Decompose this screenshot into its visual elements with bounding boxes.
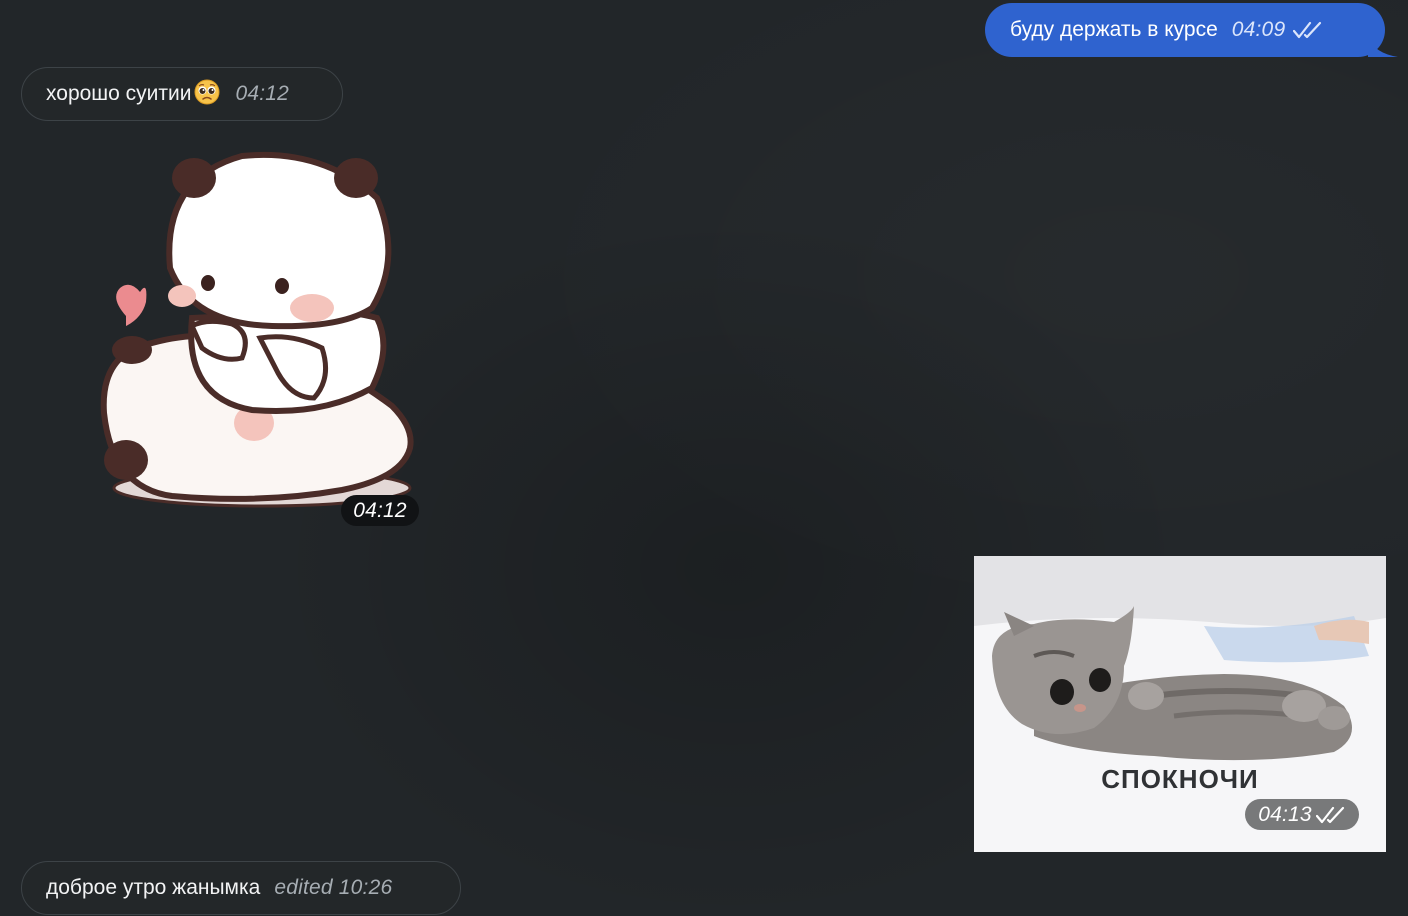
message-time: 04:13 [1258, 802, 1312, 826]
outgoing-gif[interactable]: СПОКНОЧИ 04:13 [974, 556, 1386, 852]
message-meta: 04:13 [1245, 799, 1359, 830]
gif-caption: СПОКНОЧИ [1101, 764, 1259, 794]
double-check-icon [1293, 20, 1323, 40]
bubble-tail [1368, 37, 1398, 57]
message-meta: 04:09 [1232, 18, 1324, 42]
message-text: буду держать в курсе [1010, 18, 1218, 41]
edited-label: edited [274, 876, 333, 899]
message-text: доброе утро жанымка [46, 876, 261, 899]
outgoing-message[interactable]: буду держать в курсе 04:09 [985, 3, 1398, 57]
incoming-message[interactable]: хорошо суитии 04:12 [21, 67, 343, 121]
pleading-face-emoji [193, 78, 221, 111]
double-check-icon [1315, 805, 1346, 825]
message-time: 04:09 [1231, 18, 1286, 41]
message-meta: edited 10:26 [274, 876, 392, 900]
message-time: 10:26 [338, 876, 393, 899]
incoming-message[interactable]: доброе утро жанымка edited 10:26 [21, 861, 461, 915]
sticker-time: 04:12 [341, 495, 419, 526]
message-time: 04:12 [235, 82, 290, 105]
message-text: хорошо суитии [46, 82, 192, 105]
panda-sticker[interactable] [92, 148, 422, 518]
message-time: 04:12 [353, 498, 407, 522]
